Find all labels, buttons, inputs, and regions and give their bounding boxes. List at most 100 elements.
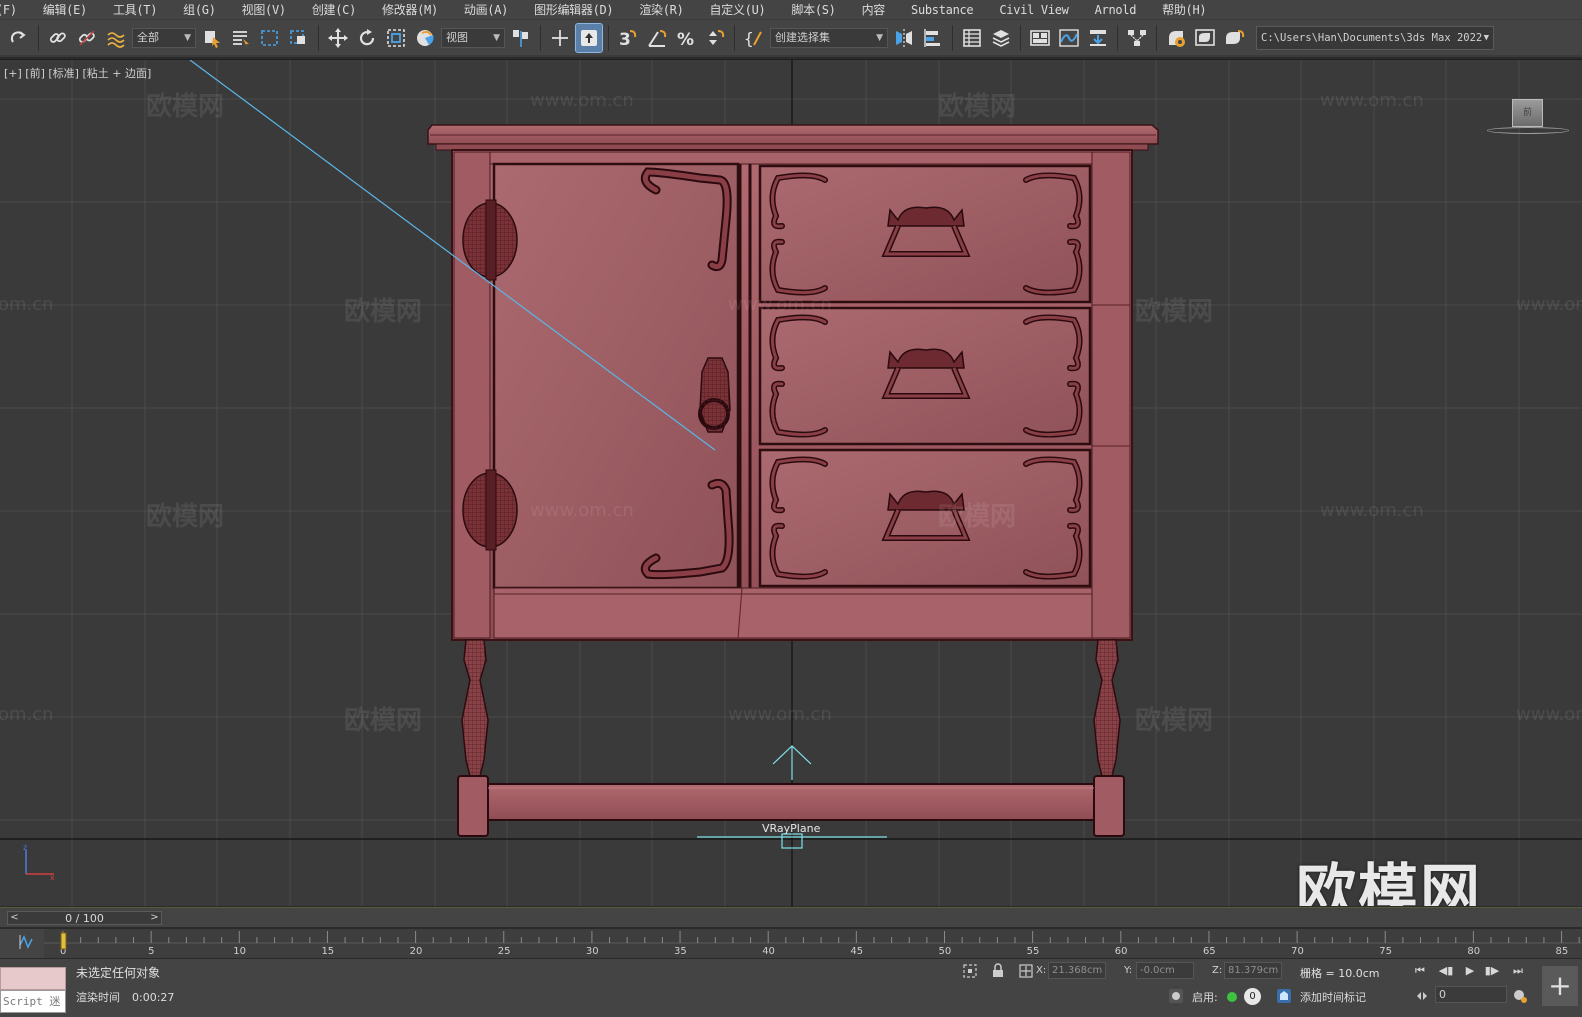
goto-end-icon[interactable]: ⏭ [1508,962,1528,980]
z-coordinate-field[interactable]: 81.379cm [1224,962,1282,979]
track-ruler[interactable]: 0 5 10 15 20 25 30 35 40 45 50 55 60 65 70 75 80 85 [0,929,1582,959]
reference-coord-dropdown[interactable]: 视图 ▼ [441,27,505,48]
y-coordinate-field[interactable]: -0.0cm [1136,962,1194,979]
status-bar: Script 迷 未选定任何对象 渲染时间 0:00:27 X: 21.368cm… [0,958,1582,1017]
adaptive-degradation-icon[interactable] [1168,988,1184,1004]
toolbar-separator [952,24,953,51]
place-icon[interactable] [412,24,438,52]
time-tag-icon[interactable] [1276,988,1292,1004]
timeline-tick-label: 80 [1467,946,1480,957]
rotate-icon[interactable] [354,24,380,52]
menu-item[interactable]: 动画(A) [451,0,521,20]
bind-space-warp-icon[interactable] [103,24,129,52]
dope-sheet-icon[interactable] [1085,24,1111,52]
track-bar[interactable]: 0 5 10 15 20 25 30 35 40 45 50 55 60 65 70 75 80 85 [0,928,1582,959]
viewcube[interactable]: 前 [1512,99,1543,127]
timeline-tick-label: 60 [1115,946,1128,957]
maxscript-input[interactable]: Script 迷 [0,990,66,1013]
maxscript-listener[interactable]: Script 迷 [0,967,66,1013]
rect-selection-region-icon[interactable] [257,24,283,52]
timeline-tick-label: 35 [674,946,687,957]
add-time-tag-button[interactable]: 添加时间标记 [1300,989,1366,1005]
enable-status-dot-icon [1227,992,1237,1002]
x-coordinate-field[interactable]: 21.368cm [1048,962,1106,979]
menu-item[interactable]: 脚本(S) [778,0,848,20]
timeline-tick-label: 65 [1203,946,1216,957]
goto-start-icon[interactable]: ⏮ [1410,962,1430,980]
timeline-tick-label: 20 [410,946,423,957]
menu-item[interactable]: 创建(C) [299,0,369,20]
edit-named-selection-icon[interactable]: { [741,24,767,52]
spinner-snap-icon[interactable] [702,24,728,52]
toolbar-separator [1156,24,1157,51]
play-icon[interactable]: ▶ [1460,962,1480,980]
align-icon[interactable] [920,24,946,52]
enable-label: 启用: [1192,991,1218,1004]
snaps-toggle-icon[interactable]: 3 [615,24,641,52]
menu-item[interactable]: 修改器(M) [369,0,451,20]
curve-editor-icon[interactable] [1056,24,1082,52]
pivot-center-icon[interactable] [508,24,534,52]
viewcube-compass-ring[interactable] [1487,127,1569,134]
render-setup-icon[interactable] [1163,24,1189,52]
menu-item[interactable]: 图形编辑器(D) [521,0,626,20]
unlink-icon[interactable] [74,24,100,52]
axis-tripod-icon: z x [23,844,55,882]
menu-item[interactable]: Substance [898,0,986,20]
menu-item[interactable]: 编辑(E) [30,0,100,20]
time-next-button[interactable]: > [148,912,161,924]
menu-item[interactable]: 渲染(R) [626,0,696,20]
menu-item[interactable]: 组(G) [170,0,228,20]
select-by-name-icon[interactable] [228,24,254,52]
redo-icon[interactable] [6,24,32,52]
selection-lock-icon[interactable] [990,963,1006,979]
menu-item[interactable]: Civil View [986,0,1081,20]
timeline-tick-label: 5 [148,946,154,957]
render-time-readout: 渲染时间 0:00:27 [76,989,186,1005]
named-selection-dropdown[interactable]: 创建选择集 ▼ [770,27,888,48]
time-cursor[interactable] [60,932,67,950]
time-prev-button[interactable]: < [8,912,21,924]
frame-spinner-icon[interactable] [1414,988,1430,1004]
prev-frame-icon[interactable]: ◀▮ [1436,962,1456,980]
link-icon[interactable] [45,24,71,52]
move-icon[interactable] [325,24,351,52]
percent-snap-icon[interactable]: % [673,24,699,52]
toggle-scene-explorer-icon[interactable] [959,24,985,52]
project-path-field[interactable]: C:\Users\Han\Documents\3ds Max 2022 ▼ [1256,25,1494,50]
menu-item[interactable]: Arnold [1082,0,1150,20]
menu-item[interactable]: 帮助(H) [1149,0,1219,20]
menu-item[interactable]: 自定义(U) [697,0,779,20]
menu-item[interactable]: (F) [0,0,30,20]
angle-snap-icon[interactable] [644,24,670,52]
menu-item[interactable]: 内容 [849,0,898,20]
toggle-layer-explorer-icon[interactable] [988,24,1014,52]
window-crossing-icon[interactable] [286,24,312,52]
absolute-mode-icon[interactable] [1018,963,1034,979]
select-manipulate-icon[interactable] [547,24,573,52]
next-frame-icon[interactable]: ▮▶ [1482,962,1502,980]
rendered-frame-window-icon[interactable] [1192,24,1218,52]
time-slider[interactable]: < 0 / 100 > [7,911,162,925]
selection-filter-dropdown[interactable]: 全部 ▼ [132,27,196,48]
add-viewport-plus-icon[interactable]: + [1542,966,1578,1006]
scale-icon[interactable] [383,24,409,52]
isolate-selection-icon[interactable] [962,963,978,979]
toggle-ribbon-icon[interactable] [1027,24,1053,52]
select-object-icon[interactable] [199,24,225,52]
schematic-view-icon[interactable] [1124,24,1150,52]
viewport-label-menu[interactable]: [+] [前] [标准] [粘土 + 边面] [4,65,151,81]
toolbar-separator [318,24,319,51]
mirror-icon[interactable] [891,24,917,52]
front-viewport[interactable]: [+] [前] [标准] [粘土 + 边面] 前 欧模网 www.om.cn 欧… [0,59,1582,906]
keyboard-shortcut-override-icon[interactable] [575,22,603,53]
enable-count-badge[interactable]: 0 [1244,988,1261,1005]
current-frame-field[interactable]: 0 [1435,986,1507,1003]
menu-item[interactable]: 工具(T) [100,0,170,20]
time-configuration-icon[interactable] [1512,988,1528,1004]
scene-canvas[interactable] [0,60,1582,906]
cabinet-model[interactable] [427,124,1159,837]
maxscript-output[interactable] [0,967,66,990]
menu-item[interactable]: 视图(V) [229,0,299,20]
render-production-icon[interactable] [1221,24,1247,52]
